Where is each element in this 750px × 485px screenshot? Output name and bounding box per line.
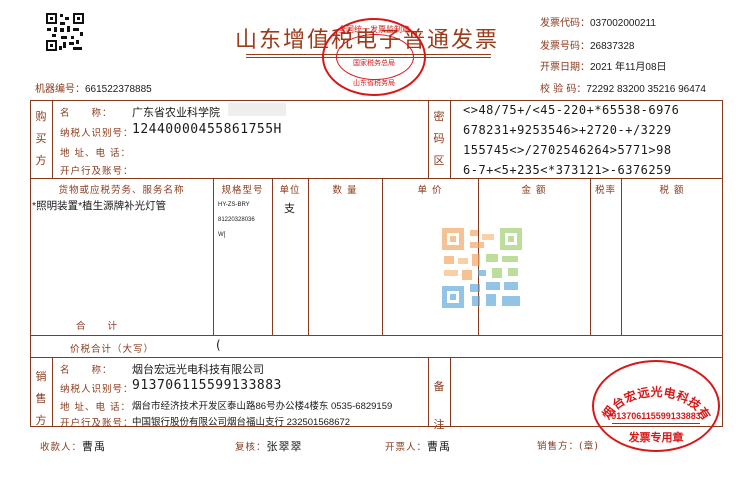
buyer-side-label: 购买方 (35, 110, 47, 167)
buyer-name: 广东省农业科学院 (132, 107, 220, 119)
cipher-area: <>48/75+/<45-220+*65538-6976 678231+9253… (463, 100, 679, 180)
sum-label: 合 计 (76, 321, 119, 332)
col-amount: 金 额 (521, 185, 547, 196)
cipher-line: 155745<>/2702546264>5771>98 (463, 143, 672, 157)
seller-address-label: 地 址、电 话： (60, 402, 132, 413)
drawer: 开票人：曹禹 (385, 441, 452, 453)
stamp-taxid: 913706115599133883 (611, 411, 701, 421)
cipher-line: <>48/75+/<45-220+*65538-6976 (463, 103, 680, 117)
col-tax: 税 额 (659, 185, 685, 196)
check-code: 校 验 码：72292 83200 35216 96474 (540, 84, 706, 95)
total-words-value: ( (216, 338, 221, 352)
buyer-address-label: 地 址、电 话： (60, 148, 132, 159)
item-unit: 支 (284, 203, 295, 215)
item-goods: *照明装置*植生源牌补光灯管 (32, 200, 167, 212)
seller-side-label: 销售方 (35, 370, 47, 427)
buyer-taxid-label: 纳税人识别号： (60, 128, 134, 139)
seal-line-1: 全国统一发票监制章 (338, 25, 410, 34)
cipher-side-label: 密码区 (433, 110, 445, 167)
seller-address: 烟台市经济技术开发区泰山路86号办公楼4楼东 0535-6829159 (132, 401, 393, 412)
item-spec-line: HY-ZS-BRY (218, 202, 250, 208)
invoice-date: 开票日期：2021 年11月08日 (540, 62, 667, 73)
seller-name: 烟台宏远光电科技有限公司 (132, 364, 264, 376)
seller-bank-label: 开户行及账号： (60, 418, 134, 429)
seller-invoice-stamp: 烟台宏远光电科技有限公司 913706115599133883 发票专用章 (592, 360, 720, 452)
remarks-side-label: 备注 (433, 380, 445, 431)
seller-taxid-label: 纳税人识别号： (60, 384, 134, 395)
col-unit: 单位 (279, 185, 301, 196)
machine-number: 机器编号：661522378885 (35, 84, 152, 95)
seal-line-3: 山东省税务局 (353, 79, 395, 87)
col-spec: 规格型号 (221, 185, 264, 196)
tax-authority-seal: 全国统一发票监制章 国家税务总局 山东省税务局 (322, 18, 426, 96)
col-goods: 货物或应税劳务、服务名称 (58, 185, 185, 196)
payee: 收款人：曹禹 (40, 441, 107, 453)
seal-line-2: 国家税务总局 (353, 59, 395, 67)
total-words-label: 价税合计（大写） (70, 344, 155, 355)
watermark-qr (442, 228, 522, 308)
cipher-line: 678231+9253546>+2720-+/3229 (463, 123, 672, 137)
col-price: 单 价 (417, 185, 443, 196)
qr-code (45, 12, 85, 52)
reviewer: 复核：张翠翠 (235, 441, 303, 453)
buyer-bank-label: 开户行及账号： (60, 166, 134, 177)
stamp-label: 发票专用章 (628, 431, 684, 444)
invoice-number: 发票号码：26837328 (540, 41, 635, 52)
redaction-block (228, 103, 286, 116)
seller-name-label: 名 称： (60, 365, 113, 376)
col-qty: 数 量 (332, 185, 358, 196)
buyer-name-label: 名 称： (60, 108, 113, 119)
seller-taxid: 913706115599133883 (132, 378, 282, 393)
item-spec-line: W[ (218, 232, 226, 238)
seller-seal-label: 销售方：(章) (537, 441, 599, 452)
cipher-line: 6-7+<5+235<*373121>-6376259 (463, 163, 672, 177)
invoice-code: 发票代码：037002000211 (540, 18, 656, 29)
item-spec-line: 81220328036 (218, 217, 255, 223)
buyer-taxid: 12440000455861755H (132, 122, 282, 137)
col-rate: 税率 (594, 185, 616, 196)
seller-bank: 中国银行股份有限公司烟台福山支行 232501568672 (132, 417, 351, 428)
